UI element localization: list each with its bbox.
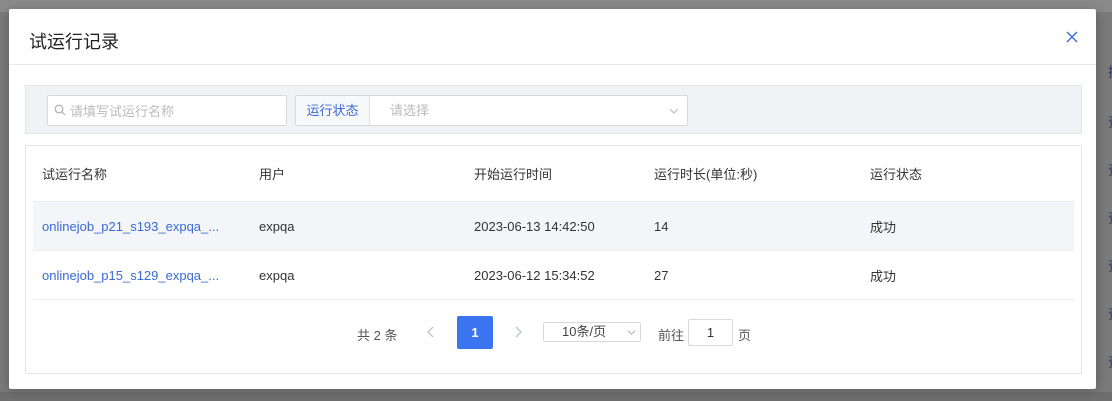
close-button[interactable]	[1064, 29, 1080, 45]
cell-user: expqa	[259, 267, 295, 283]
pagination-total: 共 2 条	[357, 328, 398, 343]
page-number-button[interactable]: 1	[457, 316, 493, 349]
header-name: 试运行名称	[42, 167, 108, 182]
close-icon	[1066, 31, 1078, 43]
background-right-char: 查	[1108, 352, 1112, 372]
run-name-link[interactable]: onlinejob_p21_s193_expqa_...	[42, 202, 242, 250]
next-page-button[interactable]	[510, 324, 526, 340]
page-size-select[interactable]: 10条/页	[543, 322, 641, 342]
header-duration: 运行时长(单位:秒)	[654, 167, 758, 182]
records-table-panel: 试运行名称 用户 开始运行时间 运行时长(单位:秒) 运行状态 onlinejo…	[25, 145, 1082, 374]
chevron-right-icon	[515, 326, 522, 338]
cell-start-time: 2023-06-12 15:34:52	[474, 267, 595, 283]
cell-start-time: 2023-06-13 14:42:50	[474, 218, 595, 234]
table-header-row: 试运行名称 用户 开始运行时间 运行时长(单位:秒) 运行状态	[33, 146, 1074, 202]
background-right-char: 查	[1108, 304, 1112, 324]
chevron-left-icon	[427, 326, 434, 338]
run-name-link[interactable]: onlinejob_p15_s129_expqa_...	[42, 251, 242, 299]
background-bottom-row	[0, 392, 1112, 401]
status-filter-label: 运行状态	[296, 96, 370, 125]
status-select-placeholder: 请选择	[390, 103, 430, 118]
cell-user: expqa	[259, 218, 295, 234]
table-row: onlinejob_p21_s193_expqa_... expqa 2023-…	[33, 202, 1074, 251]
search-box[interactable]	[47, 95, 287, 127]
header-status: 运行状态	[870, 167, 923, 182]
header-user: 用户	[259, 167, 286, 182]
background-right-char: 查	[1108, 160, 1112, 180]
background-right-char: 查	[1108, 208, 1112, 228]
cell-duration: 14	[654, 218, 669, 234]
header-start-time: 开始运行时间	[474, 167, 553, 182]
prev-page-button[interactable]	[423, 324, 439, 340]
chevron-down-icon	[669, 108, 679, 114]
background-right-char: 操	[1108, 62, 1112, 82]
cell-status: 成功	[870, 268, 897, 284]
pagination: 共 2 条 1 10条/页 前往 页	[26, 316, 1081, 352]
page-size-value: 10条/页	[562, 324, 607, 339]
filter-bar: 运行状态 请选择	[25, 85, 1082, 134]
status-filter: 运行状态 请选择	[295, 95, 688, 126]
cell-status: 成功	[870, 219, 897, 235]
dialog-header: 试运行记录	[9, 9, 1096, 65]
goto-page-input[interactable]	[688, 319, 733, 346]
dialog-title: 试运行记录	[29, 32, 119, 52]
page-unit-label: 页	[738, 328, 752, 343]
records-table: 试运行名称 用户 开始运行时间 运行时长(单位:秒) 运行状态 onlinejo…	[33, 146, 1074, 300]
status-select[interactable]: 请选择	[370, 96, 687, 125]
background-right-column: 操 查 查 查 查 查 查	[1100, 40, 1112, 380]
goto-label: 前往	[658, 328, 685, 343]
search-input[interactable]	[68, 96, 286, 127]
search-icon	[54, 104, 66, 116]
table-row: onlinejob_p15_s129_expqa_... expqa 2023-…	[33, 251, 1074, 300]
cell-duration: 27	[654, 267, 669, 283]
background-right-char: 查	[1108, 112, 1112, 132]
chevron-down-icon	[627, 330, 636, 336]
trial-run-records-dialog: 试运行记录 运行状态 请选择 试运	[9, 9, 1096, 389]
background-right-char: 查	[1108, 256, 1112, 276]
